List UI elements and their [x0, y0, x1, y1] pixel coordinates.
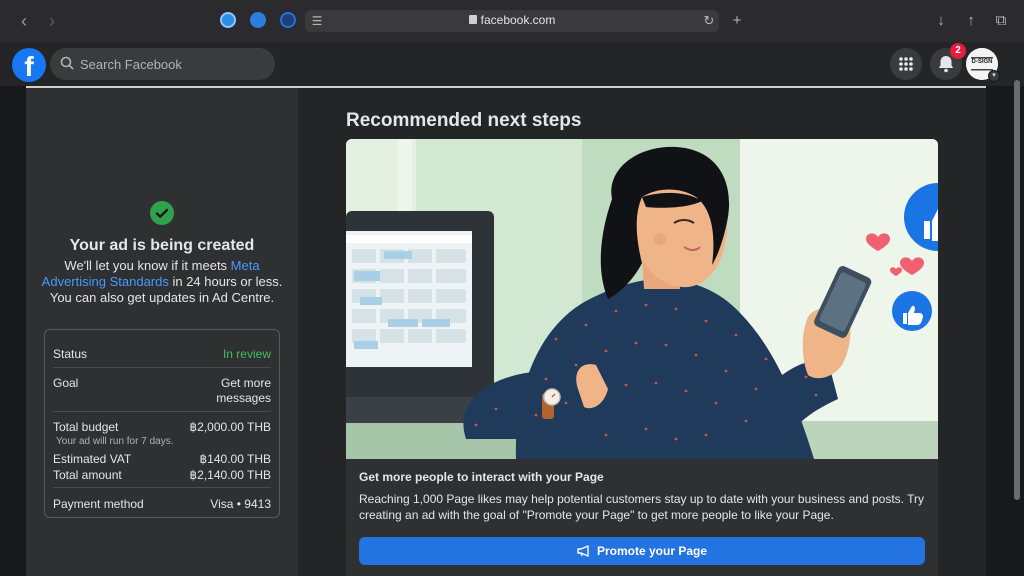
scrollbar[interactable] — [1014, 80, 1020, 500]
goal-value-line-1: Get more — [220, 376, 271, 390]
account-chevron-down-icon[interactable]: ▾ — [988, 70, 1000, 82]
download-icon[interactable]: ↓ — [931, 11, 951, 31]
estimated-vat-value: ฿140.00 THB — [199, 452, 271, 466]
search-input[interactable] — [80, 55, 265, 73]
search-box[interactable] — [50, 48, 275, 80]
facebook-logo-icon[interactable]: f — [12, 48, 46, 82]
ad-created-description: We'll let you know if it meets Meta Adve… — [41, 258, 283, 305]
ad-created-title: Your ad is being created — [69, 237, 255, 254]
url-text: facebook.com — [305, 13, 719, 27]
extension-compass-icon[interactable] — [220, 12, 236, 28]
new-tab-icon[interactable]: + — [727, 11, 747, 31]
promote-page-button[interactable]: Promote your Page — [359, 537, 925, 565]
total-budget-label: Total budget — [53, 420, 119, 434]
extension-moon-icon[interactable] — [280, 12, 296, 28]
divider — [53, 487, 271, 488]
payment-method-value: Visa • 9413 — [210, 497, 271, 511]
recommendation-heading: Get more people to interact with your Pa… — [359, 470, 604, 484]
forward-arrow-icon[interactable]: › — [42, 11, 62, 31]
page-background-left — [0, 86, 26, 576]
ad-summary-card: Status In review Goal Get more messages … — [44, 329, 280, 518]
notification-badge: 2 — [950, 43, 966, 59]
payment-method-label: Payment method — [53, 497, 144, 511]
reload-icon[interactable]: ↻ — [699, 11, 719, 31]
search-icon — [60, 56, 74, 70]
next-steps-title: Recommended next steps — [346, 110, 582, 131]
status-badge: In review — [222, 347, 271, 361]
promote-page-label: Promote your Page — [596, 544, 708, 558]
avatar-label: D-SIGN — [971, 59, 993, 65]
total-amount-value: ฿2,140.00 THB — [189, 468, 271, 482]
success-check-icon — [150, 201, 174, 225]
share-icon[interactable]: ↑ — [961, 11, 981, 31]
menu-button[interactable] — [890, 48, 922, 80]
tabs-overview-icon[interactable]: ⧉ — [991, 11, 1011, 31]
megaphone-icon — [577, 545, 589, 557]
divider — [53, 411, 271, 412]
goal-label: Goal — [53, 376, 79, 390]
grid-menu-icon — [899, 57, 913, 71]
estimated-vat-label: Estimated VAT — [53, 452, 132, 466]
promotion-illustration — [346, 139, 938, 459]
goal-value-line-2: messages — [216, 391, 271, 405]
total-budget-value: ฿2,000.00 THB — [189, 420, 271, 434]
divider — [53, 367, 271, 368]
total-amount-label: Total amount — [53, 468, 122, 482]
extension-hand-icon[interactable] — [250, 12, 266, 28]
address-bar[interactable]: ☰ facebook.com ↻ — [305, 10, 719, 32]
lock-icon — [468, 15, 477, 24]
budget-duration-note: Your ad will run for 7 days. — [56, 436, 174, 447]
status-label: Status — [53, 347, 88, 361]
recommendation-body: Reaching 1,000 Page likes may help poten… — [359, 492, 924, 522]
back-arrow-icon[interactable]: ‹ — [14, 11, 34, 31]
